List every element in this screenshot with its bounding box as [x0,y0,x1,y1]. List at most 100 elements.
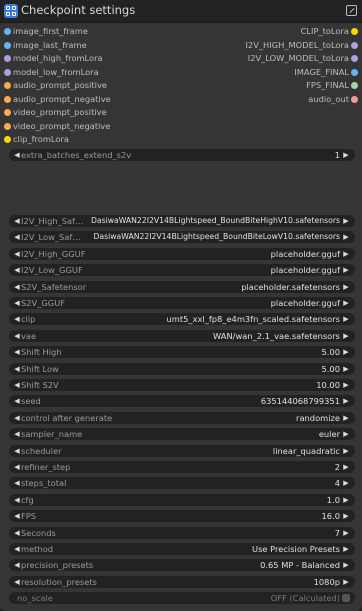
widget-control-after-generate[interactable]: ◀ control after generate randomize ▶ [9,411,355,424]
increment-arrow-icon[interactable]: ▶ [341,494,351,506]
widget-name: FPS [21,511,37,522]
increment-arrow-icon[interactable]: ▶ [341,527,351,539]
input-connector-dot[interactable] [4,82,11,89]
widget-resolution-presets[interactable]: ◀ resolution_presets 1080p ▶ [9,575,355,588]
node-type-icon [4,4,18,18]
widget-shift-high[interactable]: ◀ Shift High 5.00 ▶ [9,346,355,359]
widget-value: placeholder.gguf [270,298,340,308]
increment-arrow-icon[interactable]: ▶ [341,510,351,522]
output-connector-dot[interactable] [351,55,358,62]
input-slot[interactable]: model_low_fromLora [4,66,99,79]
widget-clip[interactable]: ◀ clip umt5_xxl_fp8_e4m3fn_scaled.safetens… [9,313,355,326]
increment-arrow-icon[interactable]: ▶ [341,264,351,276]
input-connector-dot[interactable] [4,41,11,49]
input-connector-dot[interactable] [4,136,11,143]
output-slot[interactable]: I2V_HIGH_MODEL_toLora [245,39,358,52]
collapse-icon[interactable] [346,5,357,16]
output-connector-dot[interactable] [351,68,358,76]
input-connector-dot[interactable] [4,68,11,76]
input-slot-label: image_last_frame [13,39,87,50]
input-slot[interactable]: model_high_fromLora [4,52,103,65]
widget-scheduler[interactable]: ◀ scheduler linear_quadratic ▶ [9,444,355,457]
output-connector-dot[interactable] [351,82,358,89]
output-connector-dot[interactable] [351,28,358,35]
increment-arrow-icon[interactable]: ▶ [341,149,351,161]
increment-arrow-icon[interactable]: ▶ [341,543,351,555]
input-connector-dot[interactable] [4,95,11,103]
widget-extra-batches-extend-s2v[interactable]: ◀ extra_batches_extend_s2v 1 ▶ [9,149,355,161]
input-slot[interactable]: audio_prompt_positive [4,79,107,92]
increment-arrow-icon[interactable]: ▶ [341,346,351,358]
input-connector-dot[interactable] [4,28,11,35]
widget-sampler-name[interactable]: ◀ sampler_name euler ▶ [9,428,355,441]
widget-steps-total[interactable]: ◀ steps_total 4 ▶ [9,477,355,490]
widget-seed[interactable]: ◀ seed 635144068799351 ▶ [9,395,355,408]
widget-cfg[interactable]: ◀ cfg 1.0 ▶ [9,493,355,506]
widget-refiner-step[interactable]: ◀ refiner_step 2 ▶ [9,461,355,473]
widget-name: precision_presets [21,560,94,571]
increment-arrow-icon[interactable]: ▶ [341,215,351,227]
output-slot[interactable]: I2V_LOW_MODEL_toLora [248,52,358,65]
output-slot[interactable]: IMAGE_FINAL [294,66,358,79]
input-slot[interactable]: audio_prompt_negative [4,93,111,106]
widget-i2v-high-gguf[interactable]: ◀ I2V_High_GGUF placeholder.gguf ▶ [9,247,355,260]
widget-no-scale[interactable]: no_scale OFF (Calculated) [9,592,355,605]
widget-i2v-low-saf[interactable]: ◀ I2V_Low_Saf… DasiwaWAN22I2V14BLightspeed… [9,231,355,244]
widget-fps[interactable]: ◀ FPS 16.0 ▶ [9,510,355,523]
widget-i2v-low-gguf[interactable]: ◀ I2V_Low_GGUF placeholder.gguf ▶ [9,264,355,277]
widget-vae[interactable]: ◀ vae WAN/wan_2.1_vae.safetensors ▶ [9,329,355,342]
widget-method[interactable]: ◀ method Use Precision Presets ▶ [9,543,355,555]
input-connector-dot[interactable] [4,55,11,62]
increment-arrow-icon[interactable]: ▶ [341,313,351,325]
widget-precision-presets[interactable]: ◀ precision_presets 0.65 MP - Balanced ▶ [9,559,355,572]
output-connector-dot[interactable] [351,41,358,49]
input-slot[interactable]: video_prompt_positive [4,106,107,119]
output-slot-label: I2V_LOW_MODEL_toLora [247,53,349,63]
widget-seconds[interactable]: ◀ Seconds 7 ▶ [9,526,355,539]
widget-value: 5.00 [321,347,340,358]
widget-shift-low[interactable]: ◀ Shift Low 5.00 ▶ [9,362,355,375]
input-connector-dot[interactable] [4,122,11,130]
increment-arrow-icon[interactable]: ▶ [341,248,351,260]
output-slot[interactable]: audio_out [308,93,358,106]
input-connector-dot[interactable] [4,109,11,116]
widget-name: control after generate [21,412,113,423]
increment-arrow-icon[interactable]: ▶ [341,445,351,457]
increment-arrow-icon[interactable]: ▶ [341,412,351,424]
increment-arrow-icon[interactable]: ▶ [341,330,351,342]
widget-name: seed [21,396,41,407]
output-connector-dot[interactable] [351,95,358,103]
input-slot-label: model_high_fromLora [13,53,103,63]
increment-arrow-icon[interactable]: ▶ [341,559,351,571]
widget-name: no_scale [17,593,53,604]
toggle-icon[interactable] [342,594,350,603]
widget-s2v-gguf[interactable]: ◀ S2V_GGUF placeholder.gguf ▶ [9,297,355,309]
widget-value: placeholder.gguf [270,265,340,276]
widget-i2v-high-saf[interactable]: ◀ I2V_High_Saf… DasiwaWAN22I2V14BLightspee… [9,215,355,227]
input-slot[interactable]: video_prompt_negative [4,120,110,133]
node-titlebar[interactable]: Checkpoint settings [0,0,362,23]
widget-value: placeholder.gguf [270,248,340,259]
input-slot[interactable]: clip_fromLora [4,133,69,146]
increment-arrow-icon[interactable]: ▶ [341,231,351,243]
increment-arrow-icon[interactable]: ▶ [341,428,351,440]
widget-value: 1.0 [326,494,340,505]
widget-s2v-safetensor[interactable]: ◀ S2V_Safetensor placeholder.safetensors ▶ [9,280,355,293]
widget-shift-s2v[interactable]: ◀ Shift S2V 10.00 ▶ [9,379,355,391]
widget-value: 1080p [313,576,340,587]
widget-name: I2V_Low_Saf… [21,232,81,243]
increment-arrow-icon[interactable]: ▶ [341,461,351,473]
increment-arrow-icon[interactable]: ▶ [341,477,351,489]
checkpoint-settings-node: Checkpoint settings image_first_frame ima… [0,0,362,611]
output-slot[interactable]: FPS_FINAL [306,79,358,92]
increment-arrow-icon[interactable]: ▶ [341,576,351,588]
increment-arrow-icon[interactable]: ▶ [341,281,351,293]
input-slot[interactable]: image_last_frame [4,39,87,52]
increment-arrow-icon[interactable]: ▶ [341,395,351,407]
input-slot[interactable]: image_first_frame [4,25,88,38]
increment-arrow-icon[interactable]: ▶ [341,363,351,375]
output-slot[interactable]: CLIP_toLora [301,25,358,38]
increment-arrow-icon[interactable]: ▶ [341,297,351,309]
increment-arrow-icon[interactable]: ▶ [341,379,351,391]
input-slot-label: audio_prompt_positive [13,80,108,90]
